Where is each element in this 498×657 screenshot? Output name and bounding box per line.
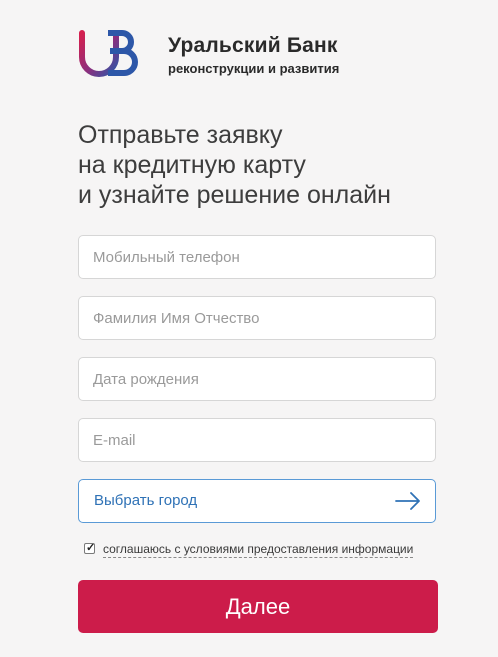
next-button[interactable]: Далее — [78, 580, 438, 633]
ubrr-logo-icon — [79, 30, 138, 77]
bank-name: Уральский Банк — [168, 34, 338, 57]
checkmark-icon: ✓ — [86, 542, 96, 554]
page-title-line-1: Отправьте заявку — [78, 121, 283, 149]
phone-input[interactable] — [78, 235, 436, 279]
consent-checkbox[interactable]: ✓ — [84, 542, 96, 554]
birthdate-input[interactable] — [78, 357, 436, 401]
bank-name-subtitle: реконструкции и развития — [168, 61, 340, 76]
application-page: Уральский Банк реконструкции и развития … — [0, 0, 498, 657]
city-select-button[interactable]: Выбрать город — [78, 479, 436, 523]
page-title-line-2: на кредитную карту — [78, 151, 306, 179]
city-select-label: Выбрать город — [94, 492, 198, 509]
page-title: Отправьте заявку на кредитную карту и уз… — [78, 120, 438, 210]
fullname-input[interactable] — [78, 296, 436, 340]
consent-link[interactable]: соглашаюсь с условиями предоставления ин… — [103, 542, 414, 558]
email-input[interactable] — [78, 418, 436, 462]
page-title-line-3: и узнайте решение онлайн — [78, 181, 391, 209]
arrow-right-icon — [395, 492, 420, 510]
bank-logo[interactable]: Уральский Банк реконструкции и развития — [78, 27, 378, 83]
